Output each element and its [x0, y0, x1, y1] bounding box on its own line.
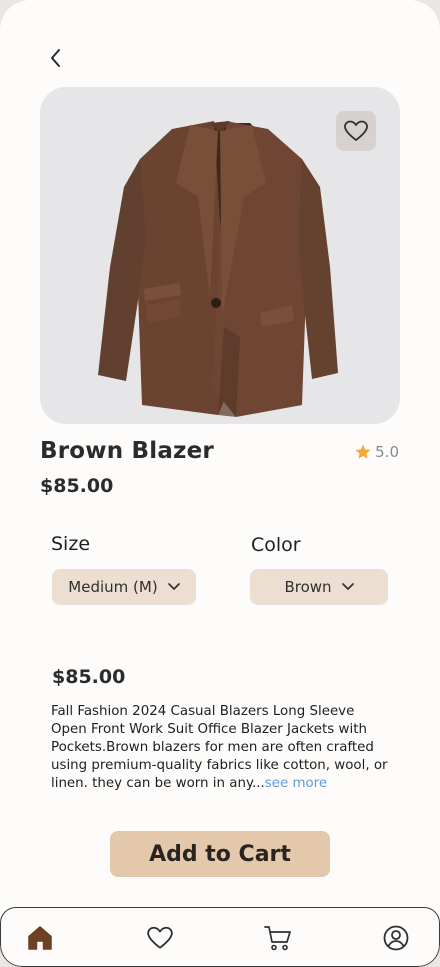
chevron-down-icon — [341, 583, 354, 590]
heart-outline-icon — [147, 926, 173, 949]
tab-profile[interactable] — [380, 922, 412, 954]
description-text: Fall Fashion 2024 Casual Blazers Long Sl… — [51, 704, 388, 791]
star-icon — [355, 444, 371, 459]
product-description: Fall Fashion 2024 Casual Blazers Long Sl… — [51, 703, 391, 793]
tab-cart[interactable] — [262, 922, 294, 954]
color-select[interactable]: Brown — [250, 569, 388, 605]
user-circle-icon — [383, 925, 409, 951]
rating-value: 5.0 — [375, 443, 399, 461]
size-label: Size — [51, 533, 91, 555]
tab-favorites[interactable] — [144, 922, 176, 954]
see-more-link[interactable]: see more — [265, 776, 327, 791]
rating: 5.0 — [354, 443, 399, 461]
bottom-tab-bar — [0, 907, 440, 967]
size-select[interactable]: Medium (M) — [52, 569, 196, 605]
tab-home[interactable] — [24, 922, 56, 954]
heart-outline-icon — [344, 120, 368, 141]
add-to-cart-button[interactable]: Add to Cart — [110, 831, 330, 877]
color-value: Brown — [284, 578, 332, 596]
chevron-down-icon — [167, 583, 180, 590]
product-image — [40, 87, 400, 424]
home-icon — [28, 926, 52, 950]
product-title: Brown Blazer — [40, 438, 214, 464]
favorite-button[interactable] — [336, 111, 376, 151]
description-price: $85.00 — [52, 666, 126, 688]
chevron-left-icon — [51, 49, 60, 67]
product-detail-screen: Brown Blazer 5.0 $85.00 Size Medium (M) … — [0, 0, 440, 967]
color-label: Color — [251, 534, 301, 556]
size-value: Medium (M) — [68, 578, 158, 596]
cart-icon — [264, 926, 291, 951]
back-button[interactable] — [44, 46, 68, 70]
product-price: $85.00 — [40, 475, 114, 497]
